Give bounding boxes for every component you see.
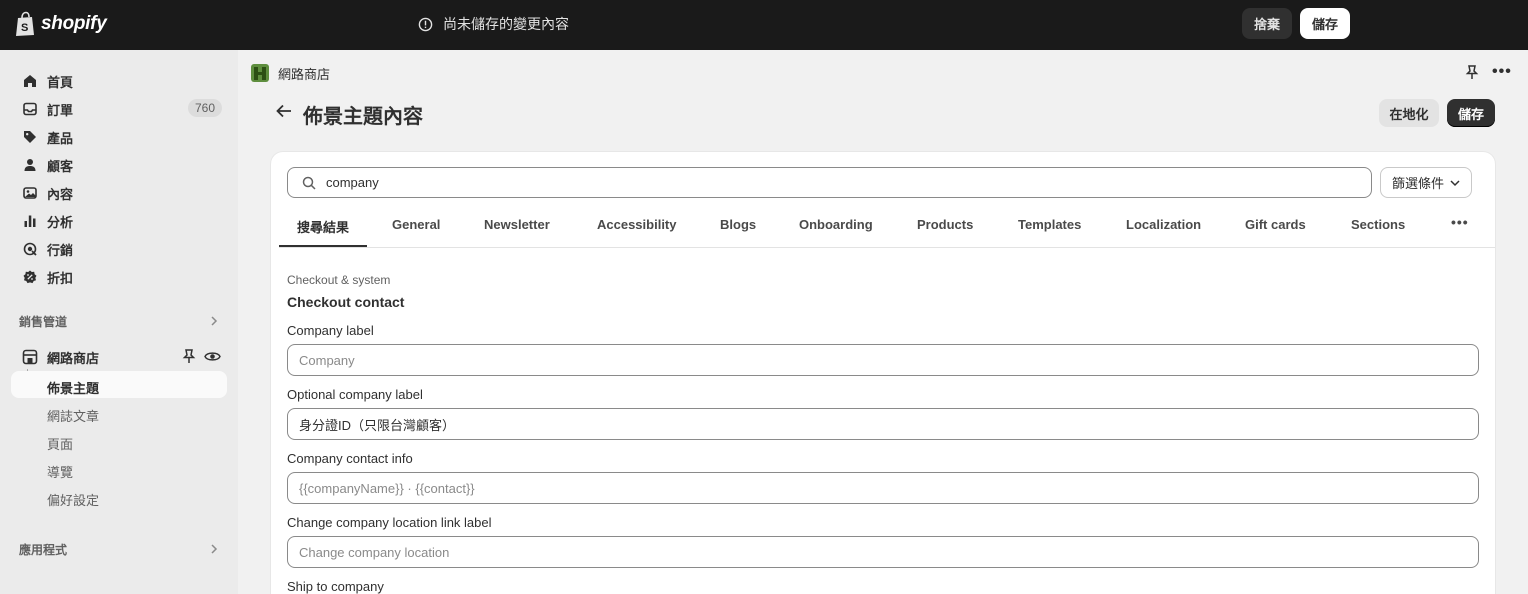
tab-templates[interactable]: Templates [1018, 217, 1081, 232]
sidebar-item-label: 內容 [47, 186, 74, 202]
sidebar-item-marketing[interactable]: 行銷 [12, 236, 227, 262]
tab-bar: 搜尋結果 General Newsletter Accessibility Bl… [279, 208, 1495, 248]
tab-localization[interactable]: Localization [1126, 217, 1201, 232]
tab-general[interactable]: General [392, 217, 440, 232]
sidebar-item-label: 網路商店 [47, 350, 100, 366]
chevron-right-icon[interactable] [210, 544, 218, 554]
sidebar-item-customers[interactable]: 顧客 [12, 152, 227, 178]
shopify-bag-icon: S [16, 11, 34, 36]
tab-blogs[interactable]: Blogs [720, 217, 756, 232]
page-title: 佈景主題內容 [303, 106, 423, 128]
store-breadcrumb: 網路商店 [250, 63, 330, 83]
person-icon [21, 156, 39, 174]
store-app-icon [251, 64, 269, 82]
sidebar-item-home[interactable]: 首頁 [12, 68, 227, 94]
sidebar-subitem-pages[interactable]: 頁面 [47, 434, 73, 453]
ellipsis-icon[interactable]: ••• [1451, 214, 1469, 230]
sidebar-item-label: 訂單 [47, 102, 74, 118]
field-label-company-contact: Company contact info [287, 451, 413, 466]
company-label-field[interactable]: Company [287, 344, 1479, 376]
theme-content-card: company 篩選條件 搜尋結果 General Newsletter Acc… [271, 152, 1495, 594]
sidebar-item-content[interactable]: 內容 [12, 180, 227, 206]
sidebar-item-analytics[interactable]: 分析 [12, 208, 227, 234]
sidebar-item-label: 折扣 [47, 270, 74, 286]
chevron-right-icon[interactable] [210, 316, 218, 326]
localize-button[interactable]: 在地化 [1379, 99, 1439, 127]
sidebar-subitem-navigation[interactable]: 導覽 [47, 462, 73, 481]
tab-gift-cards[interactable]: Gift cards [1245, 217, 1306, 232]
discard-button[interactable]: 捨棄 [1242, 8, 1292, 39]
field-label-change-location: Change company location link label [287, 515, 492, 530]
sales-channels-label[interactable]: 銷售管道 [19, 313, 67, 330]
pin-icon[interactable] [182, 349, 196, 364]
search-value[interactable]: company [326, 175, 379, 190]
filter-label: 篩選條件 [1391, 176, 1444, 191]
tab-newsletter[interactable]: Newsletter [484, 217, 550, 232]
section-breadcrumb: Checkout & system [287, 273, 391, 287]
field-label-ship-to-company: Ship to company [287, 579, 384, 594]
bar-chart-icon [21, 212, 39, 230]
sidebar-item-label: 顧客 [47, 158, 74, 174]
target-icon [21, 240, 39, 258]
sidebar-subitem-preferences[interactable]: 偏好設定 [47, 490, 99, 509]
sidebar-subitem-blog-posts[interactable]: 網誌文章 [47, 406, 99, 425]
eye-icon[interactable] [204, 350, 221, 363]
alert-circle-icon [418, 17, 433, 31]
top-bar: S shopify 尚未儲存的變更內容 捨棄 儲存 [0, 0, 1528, 50]
shopify-logo[interactable]: S shopify [14, 11, 107, 37]
apps-label[interactable]: 應用程式 [19, 541, 67, 558]
sidebar-item-discounts[interactable]: 折扣 [12, 264, 227, 290]
filter-button[interactable]: 篩選條件 [1380, 167, 1472, 198]
sidebar-item-label: 行銷 [47, 242, 74, 258]
tab-search-results[interactable]: 搜尋結果 [297, 217, 349, 236]
more-actions-icon[interactable]: ••• [1492, 63, 1512, 81]
back-arrow-icon[interactable] [276, 102, 292, 124]
search-input[interactable]: company [287, 167, 1372, 198]
search-icon [302, 176, 316, 190]
tab-sections[interactable]: Sections [1351, 217, 1405, 232]
save-button-top[interactable]: 儲存 [1300, 8, 1350, 39]
sidebar-item-label: 產品 [47, 130, 74, 146]
sidebar-item-label: 分析 [47, 214, 74, 230]
orders-count-badge: 760 [187, 99, 222, 117]
inbox-icon [21, 100, 39, 118]
discount-icon [21, 268, 39, 286]
storefront-icon [21, 348, 39, 366]
sidebar-subitem-themes-label[interactable]: 佈景主題 [47, 378, 99, 397]
optional-company-label-field[interactable]: 身分證ID（只限台灣顧客） [287, 408, 1479, 440]
field-label-company: Company label [287, 323, 374, 338]
sidebar-item-products[interactable]: 產品 [12, 124, 227, 150]
section-title: Checkout contact [287, 294, 405, 310]
unsaved-message: 尚未儲存的變更內容 [443, 16, 569, 32]
logo-text: shopify [41, 13, 107, 34]
company-contact-info-field[interactable]: {{companyName}} · {{contact}} [287, 472, 1479, 504]
image-icon [21, 184, 39, 202]
sidebar-item-label: 首頁 [47, 74, 74, 90]
store-name: 網路商店 [278, 66, 331, 82]
tag-icon [21, 128, 39, 146]
change-location-label-field[interactable]: Change company location [287, 536, 1479, 568]
pin-icon[interactable] [1465, 65, 1479, 80]
active-tab-indicator [279, 245, 367, 247]
unsaved-changes-bar: 尚未儲存的變更內容 [418, 14, 569, 34]
sidebar-subitem-themes[interactable] [11, 371, 227, 398]
home-icon [21, 72, 39, 90]
tab-accessibility[interactable]: Accessibility [597, 217, 677, 232]
sidebar-item-orders[interactable]: 訂單 760 [12, 96, 227, 122]
svg-text:S: S [21, 22, 28, 34]
tab-products[interactable]: Products [917, 217, 973, 232]
tab-onboarding[interactable]: Onboarding [799, 217, 873, 232]
save-button[interactable]: 儲存 [1447, 99, 1495, 127]
chevron-down-icon [1450, 179, 1460, 186]
field-label-optional-company: Optional company label [287, 387, 423, 402]
